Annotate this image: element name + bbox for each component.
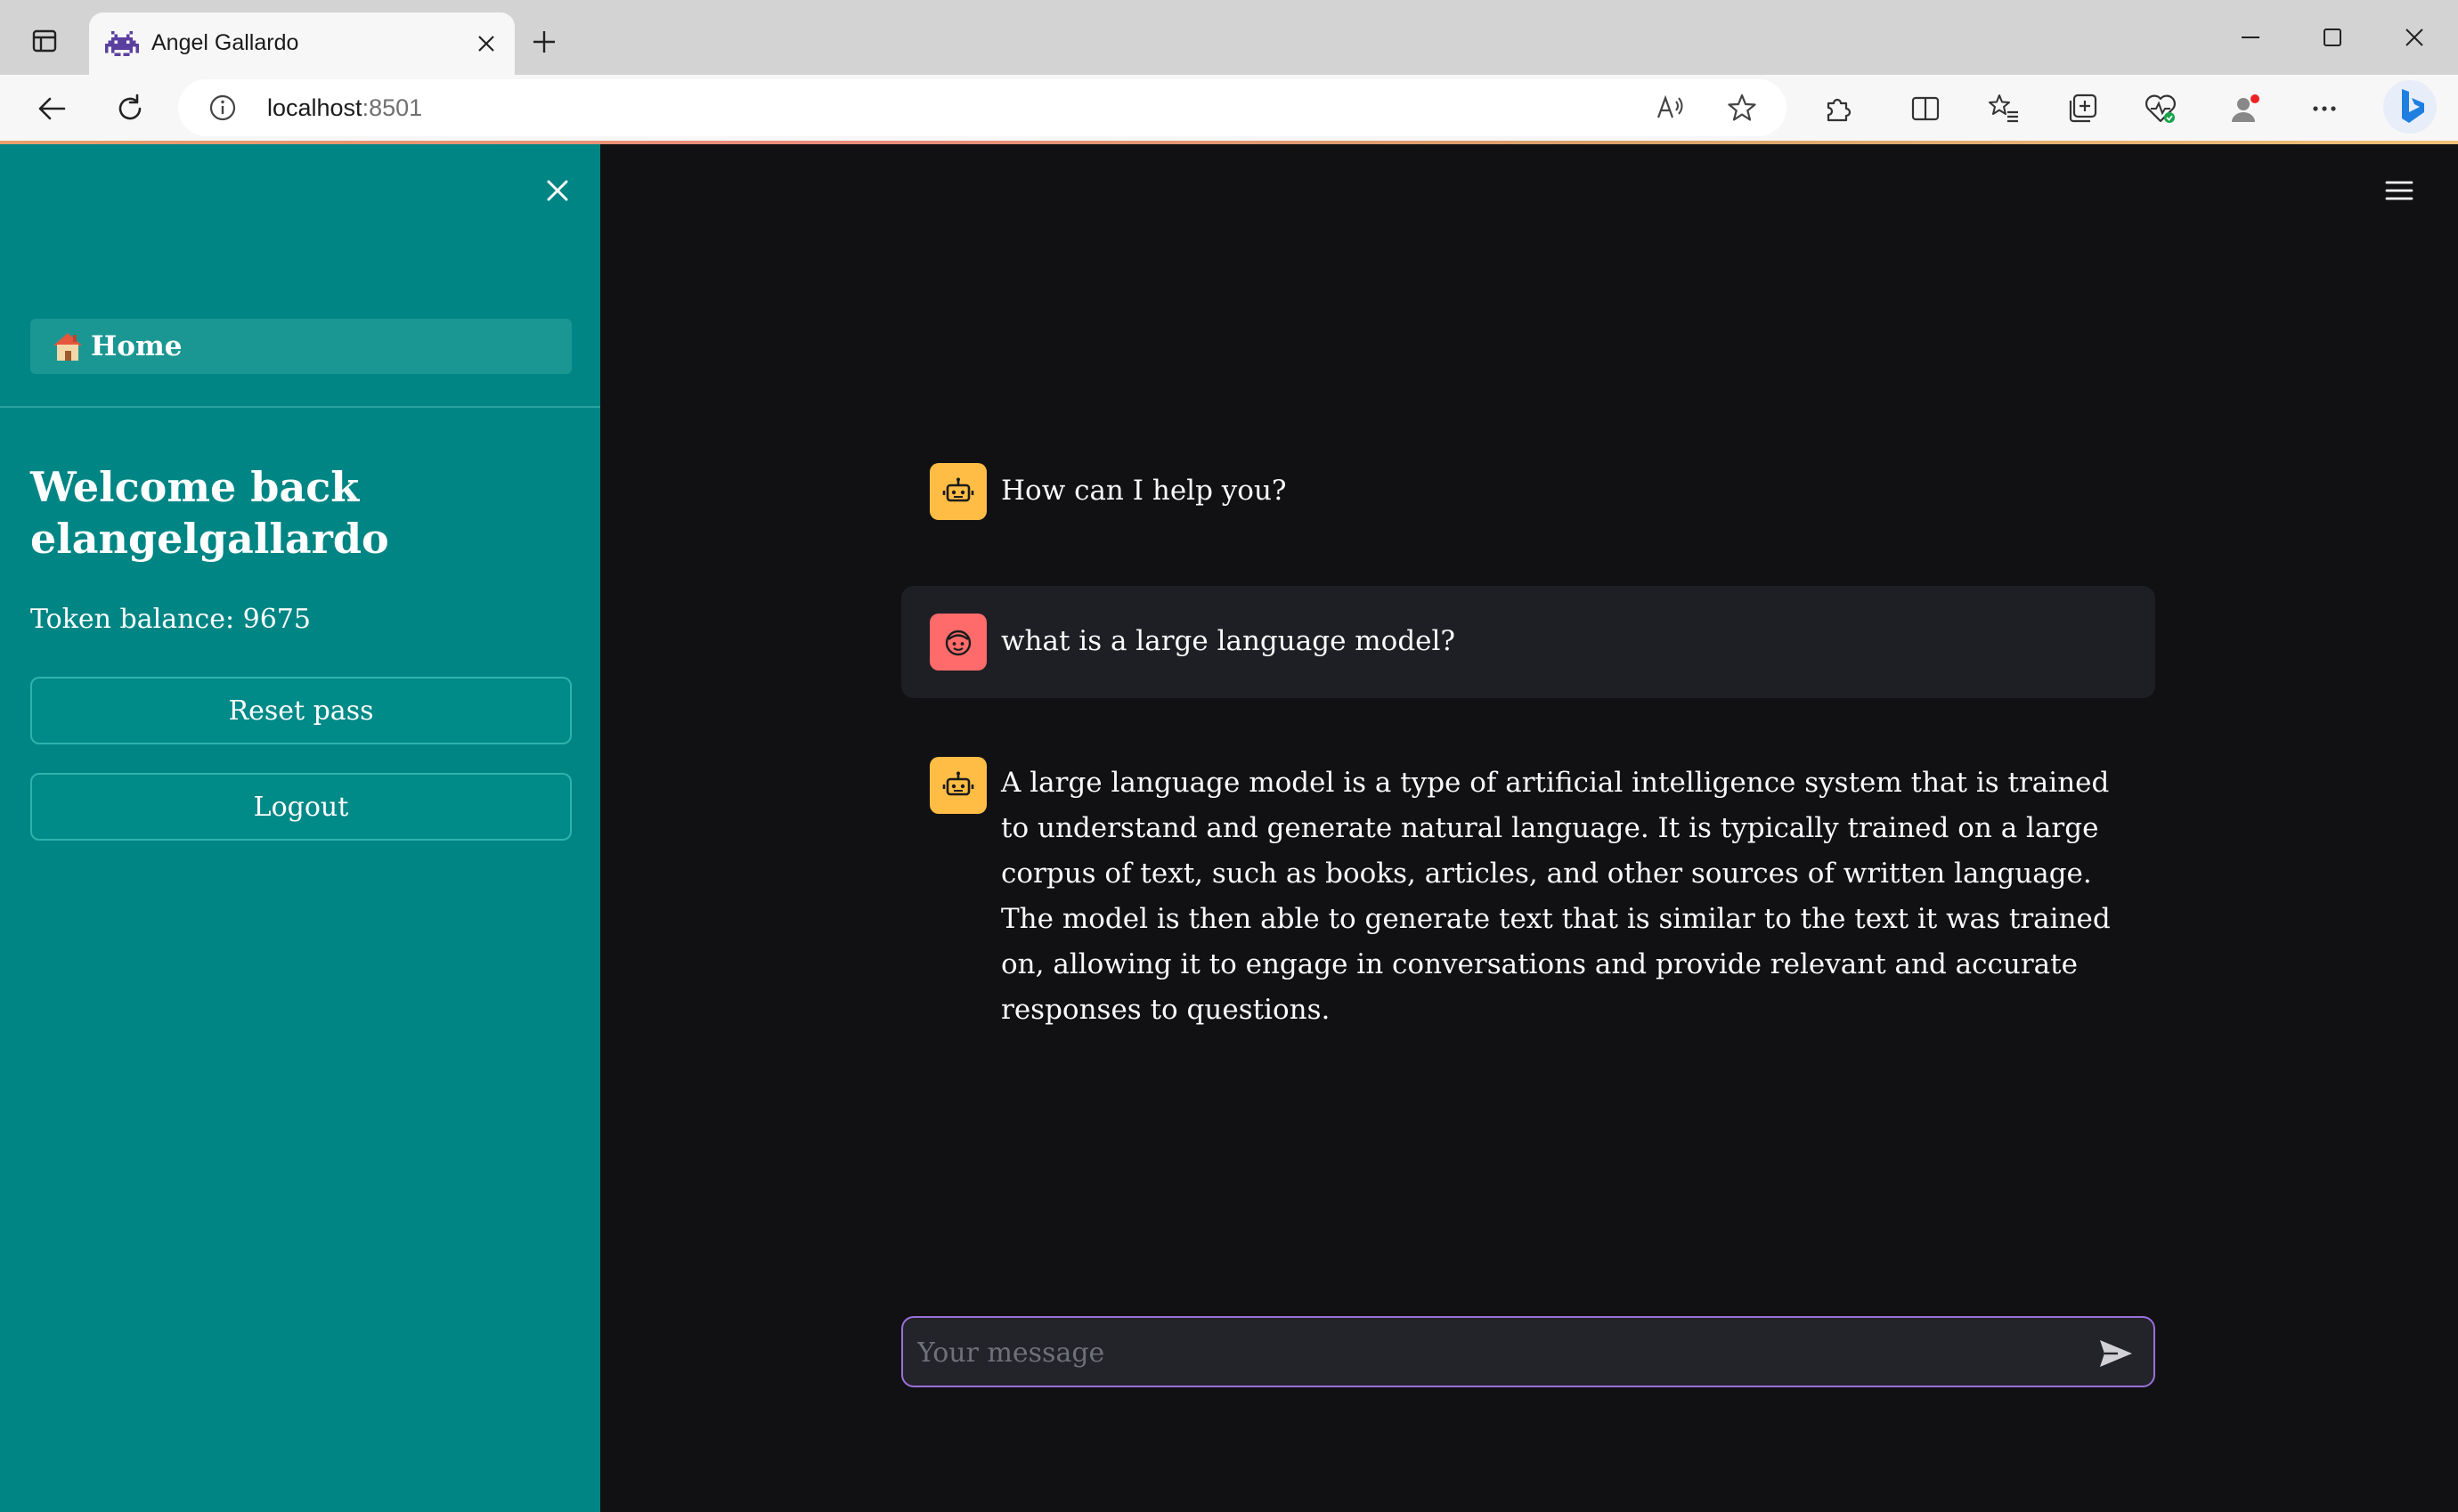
browser-address-bar: localhost:8501 <box>0 75 2458 141</box>
more-options-icon[interactable] <box>2303 87 2346 130</box>
extensions-puzzle-icon[interactable] <box>1817 87 1860 130</box>
maximize-window-icon[interactable] <box>2310 18 2355 57</box>
new-tab-icon[interactable] <box>525 23 563 61</box>
sidebar: Home Welcome back elangelgallardo Token … <box>0 144 600 1512</box>
welcome-heading: Welcome back elangelgallardo <box>30 463 389 563</box>
url-field[interactable]: localhost:8501 <box>178 79 1787 136</box>
chat-message-input[interactable] <box>917 1329 2075 1377</box>
favorite-star-icon[interactable] <box>1726 92 1758 124</box>
bing-copilot-icon[interactable] <box>2381 78 2438 135</box>
favorites-list-icon[interactable] <box>1982 87 2025 130</box>
chat-message-assistant: How can I help you? <box>901 454 2155 529</box>
split-screen-icon[interactable] <box>1904 87 1947 130</box>
collections-icon[interactable] <box>2061 87 2104 130</box>
browser-tab-bar: Angel Gallardo <box>0 0 2458 75</box>
tab-actions-icon[interactable] <box>25 21 64 61</box>
tab-title: Angel Gallardo <box>151 30 299 55</box>
browser-essentials-icon[interactable] <box>2139 87 2182 130</box>
chat-message-text: A large language model is a type of arti… <box>1001 767 2111 1026</box>
refresh-icon[interactable] <box>107 85 153 132</box>
browser-tab-active[interactable]: Angel Gallardo <box>89 12 515 75</box>
url-port: :8501 <box>362 94 423 121</box>
chat-input-box <box>901 1316 2155 1387</box>
sidebar-item-home[interactable]: Home <box>30 319 572 374</box>
back-arrow-icon[interactable] <box>28 85 75 132</box>
close-window-icon[interactable] <box>2392 18 2437 57</box>
read-aloud-icon[interactable] <box>1655 92 1687 124</box>
chat-message-text: what is a large language model? <box>1001 625 1456 657</box>
sidebar-item-home-label: Home <box>91 330 183 362</box>
site-info-icon[interactable] <box>208 93 237 122</box>
chat-message-text: How can I help you? <box>1001 475 1287 507</box>
logout-button[interactable]: Logout <box>30 773 572 841</box>
sidebar-divider <box>0 406 600 408</box>
chat-message-user: what is a large language model? <box>901 586 2155 698</box>
profile-icon[interactable] <box>2223 87 2266 130</box>
url-host: localhost <box>267 94 362 121</box>
reset-pass-button[interactable]: Reset pass <box>30 677 572 744</box>
robot-icon <box>930 463 987 520</box>
main-menu-icon[interactable] <box>2380 171 2419 210</box>
robot-icon <box>930 757 987 814</box>
close-tab-icon[interactable] <box>472 29 501 58</box>
minimize-window-icon[interactable] <box>2228 18 2273 57</box>
face-icon <box>930 614 987 671</box>
token-balance: Token balance: 9675 <box>30 604 311 635</box>
close-sidebar-icon[interactable] <box>538 171 577 210</box>
house-icon <box>50 329 85 364</box>
url-text: localhost:8501 <box>267 94 422 122</box>
send-arrow-icon[interactable] <box>2096 1334 2136 1373</box>
main-content: How can I help you? what is a large lang… <box>600 144 2458 1512</box>
chat-message-assistant: A large language model is a type of arti… <box>901 757 2155 1026</box>
space-invader-icon <box>105 27 139 61</box>
